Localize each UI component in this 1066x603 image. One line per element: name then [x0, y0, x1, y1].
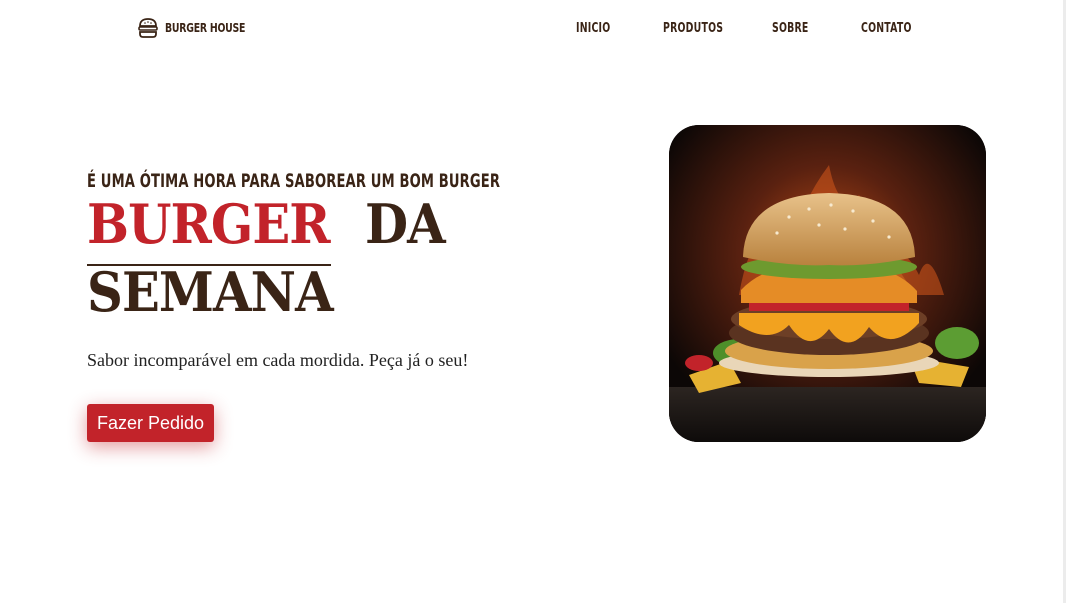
hero-title-word-2: SEMANA	[87, 260, 334, 324]
nav-produtos[interactable]: PRODUTOS	[663, 21, 723, 36]
burger-photo	[669, 125, 986, 442]
hero-subtitle: Sabor incomparável em cada mordida. Peça…	[87, 350, 469, 370]
hero-title-line-2: SEMANA	[87, 262, 354, 322]
nav-inicio[interactable]: INICIO	[576, 21, 610, 36]
site-header: BURGER HOUSE INICIO PRODUTOS SOBRE CONTA…	[0, 0, 1066, 60]
nav-contato[interactable]: CONTATO	[861, 21, 912, 36]
hero-eyebrow: É UMA ÓTIMA HORA PARA SABOREAR UM BOM BU…	[87, 170, 501, 192]
hero-title-word: DA	[364, 192, 446, 256]
hero-title-highlight: BURGER	[87, 192, 331, 256]
nav-sobre[interactable]: SOBRE	[772, 21, 809, 36]
order-button[interactable]: Fazer Pedido	[87, 404, 214, 442]
main-nav: INICIO PRODUTOS SOBRE CONTATO	[0, 21, 1066, 41]
hero-title-line-1: BURGER DA	[87, 194, 452, 254]
